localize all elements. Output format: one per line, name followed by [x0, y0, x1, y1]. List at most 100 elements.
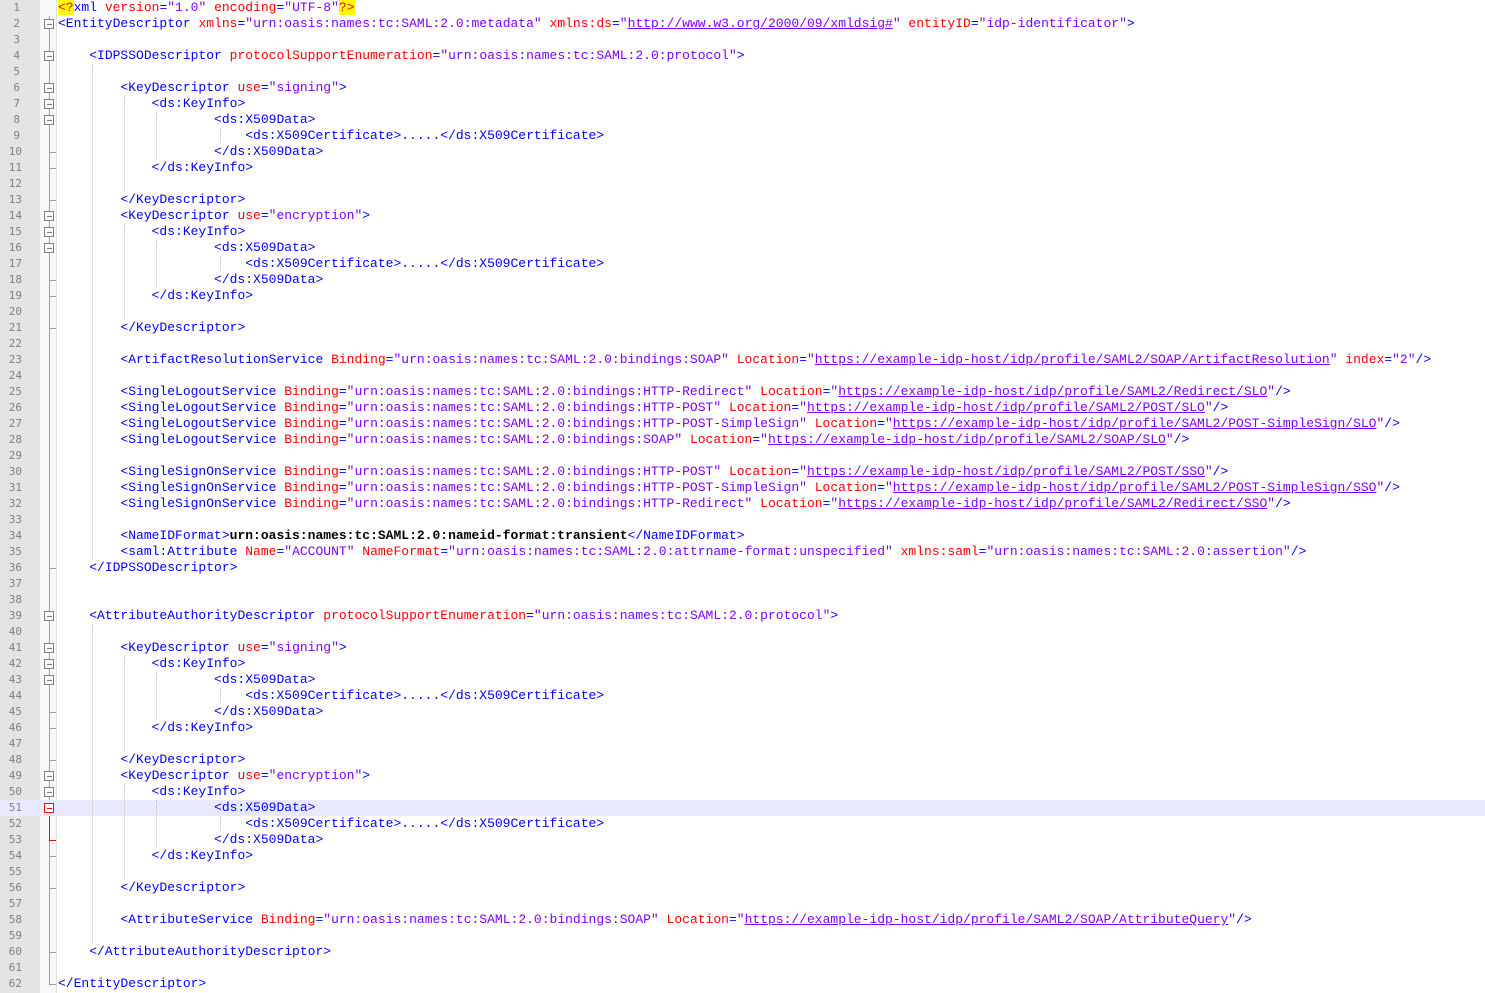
fold-toggle-icon[interactable] — [44, 675, 54, 685]
code-line[interactable]: 10 </ds:X509Data> — [0, 144, 1485, 160]
code-line[interactable]: 26 <SingleLogoutService Binding="urn:oas… — [0, 400, 1485, 416]
code-token: <IDPSSODescriptor — [89, 48, 230, 63]
code-line[interactable]: 54 </ds:KeyInfo> — [0, 848, 1485, 864]
code-line[interactable]: 1 <?xml version="1.0" encoding="UTF-8"?> — [0, 0, 1485, 16]
code-line[interactable]: 11 </ds:KeyInfo> — [0, 160, 1485, 176]
code-line[interactable]: 50 <ds:KeyInfo> — [0, 784, 1485, 800]
code-line[interactable]: 48 </KeyDescriptor> — [0, 752, 1485, 768]
code-line[interactable]: 40 — [0, 624, 1485, 640]
code-line[interactable]: 44 <ds:X509Certificate>.....</ds:X509Cer… — [0, 688, 1485, 704]
code-line[interactable]: 20 — [0, 304, 1485, 320]
code-line[interactable]: 6 <KeyDescriptor use="signing"> — [0, 80, 1485, 96]
code-line[interactable]: 36 </IDPSSODescriptor> — [0, 560, 1485, 576]
fold-toggle-icon[interactable] — [44, 611, 54, 621]
url-link[interactable]: https://example-idp-host/idp/profile/SAM… — [807, 464, 1205, 479]
code-text: <?xml version="1.0" encoding="UTF-8"?> — [58, 0, 355, 16]
code-token: </ds:KeyInfo> — [151, 848, 254, 863]
code-line[interactable]: 5 — [0, 64, 1485, 80]
code-line[interactable]: 61 — [0, 960, 1485, 976]
code-line[interactable]: 49 <KeyDescriptor use="encryption"> — [0, 768, 1485, 784]
code-line[interactable]: 23 <ArtifactResolutionService Binding = "u… — [0, 352, 1485, 368]
code-line[interactable]: 4 <IDPSSODescriptor protocolSupportEnume… — [0, 48, 1485, 64]
code-line[interactable]: 14 <KeyDescriptor use="encryption"> — [0, 208, 1485, 224]
code-line[interactable]: 8 <ds:X509Data> — [0, 112, 1485, 128]
code-line[interactable]: 45 </ds:X509Data> — [0, 704, 1485, 720]
code-line[interactable]: 38 — [0, 592, 1485, 608]
code-token: = — [877, 480, 885, 495]
code-line[interactable]: 58 <AttributeService Binding = "urn:oasis:… — [0, 912, 1485, 928]
fold-toggle-icon[interactable] — [44, 803, 54, 813]
indent-guide — [156, 112, 157, 160]
fold-toggle-icon[interactable] — [44, 643, 54, 653]
code-line[interactable]: 32 <SingleSignOnService Binding="urn:oas… — [0, 496, 1485, 512]
url-link[interactable]: https://example-idp-host/idp/profile/SAM… — [893, 480, 1377, 495]
code-line[interactable]: 46 </ds:KeyInfo> — [0, 720, 1485, 736]
code-line[interactable]: 28 <SingleLogoutService Binding="urn:oas… — [0, 432, 1485, 448]
fold-toggle-icon[interactable] — [44, 19, 54, 29]
code-text: <ds:KeyInfo> — [58, 96, 246, 112]
code-line[interactable]: 16 <ds:X509Data> — [0, 240, 1485, 256]
code-line[interactable]: 7 <ds:KeyInfo> — [0, 96, 1485, 112]
code-line[interactable]: 42 <ds:KeyInfo> — [0, 656, 1485, 672]
code-line[interactable]: 18 </ds:X509Data> — [0, 272, 1485, 288]
fold-toggle-icon[interactable] — [44, 659, 54, 669]
code-line[interactable]: 35 <saml:Attribute Name = "ACCOUNT" NameFo… — [0, 544, 1485, 560]
code-line[interactable]: 39 <AttributeAuthorityDescriptor protoco… — [0, 608, 1485, 624]
url-link[interactable]: https://example-idp-host/idp/profile/SAM… — [807, 400, 1205, 415]
code-line[interactable]: 3 — [0, 32, 1485, 48]
code-line[interactable]: 53 </ds:X509Data> — [0, 832, 1485, 848]
code-token: = — [877, 416, 885, 431]
code-line[interactable]: 21 </KeyDescriptor> — [0, 320, 1485, 336]
code-line[interactable]: 52 <ds:X509Certificate>.....</ds:X509Cer… — [0, 816, 1485, 832]
fold-toggle-icon[interactable] — [44, 243, 54, 253]
code-line[interactable]: 41 <KeyDescriptor use="signing"> — [0, 640, 1485, 656]
url-link[interactable]: http://www.w3.org/2000/09/xmldsig# — [628, 16, 893, 31]
code-line[interactable]: 43 <ds:X509Data> — [0, 672, 1485, 688]
fold-toggle-icon[interactable] — [44, 51, 54, 61]
code-line[interactable]: 51 <ds:X509Data> — [0, 800, 1485, 816]
fold-toggle-icon[interactable] — [44, 787, 54, 797]
fold-toggle-icon[interactable] — [44, 211, 54, 221]
code-line[interactable]: 59 — [0, 928, 1485, 944]
code-line[interactable]: 37 — [0, 576, 1485, 592]
code-line[interactable]: 47 — [0, 736, 1485, 752]
url-link[interactable]: https://example-idp-host/idp/profile/SAM… — [745, 912, 1229, 927]
url-link[interactable]: https://example-idp-host/idp/profile/SAM… — [838, 496, 1267, 511]
code-line[interactable]: 55 — [0, 864, 1485, 880]
code-line[interactable]: 12 — [0, 176, 1485, 192]
code-text: <KeyDescriptor use="encryption"> — [58, 768, 370, 784]
code-line[interactable]: 34 <NameIDFormat>urn:oasis:names:tc:SAML… — [0, 528, 1485, 544]
code-line[interactable]: 62 </EntityDescriptor> — [0, 976, 1485, 992]
code-line[interactable]: 56 </KeyDescriptor> — [0, 880, 1485, 896]
code-line[interactable]: 33 — [0, 512, 1485, 528]
code-line[interactable]: 27 <SingleLogoutService Binding="urn:oas… — [0, 416, 1485, 432]
fold-toggle-icon[interactable] — [44, 99, 54, 109]
code-line[interactable]: 31 <SingleSignOnService Binding="urn:oas… — [0, 480, 1485, 496]
url-link[interactable]: https://example-idp-host/idp/profile/SAM… — [893, 416, 1377, 431]
fold-toggle-icon[interactable] — [44, 83, 54, 93]
code-token: xmlns:ds — [541, 16, 612, 31]
code-line[interactable]: 24 — [0, 368, 1485, 384]
code-editor[interactable]: 1 <?xml version="1.0" encoding="UTF-8"?> 2… — [0, 0, 1485, 993]
url-link[interactable]: https://example-idp-host/idp/profile/SAM… — [768, 432, 1166, 447]
code-line[interactable]: 9 <ds:X509Certificate>.....</ds:X509Cert… — [0, 128, 1485, 144]
code-line[interactable]: 30 <SingleSignOnService Binding="urn:oas… — [0, 464, 1485, 480]
code-line[interactable]: 22 — [0, 336, 1485, 352]
code-line[interactable]: 60 </AttributeAuthorityDescriptor> — [0, 944, 1485, 960]
code-line[interactable]: 15 <ds:KeyInfo> — [0, 224, 1485, 240]
fold-toggle-icon[interactable] — [44, 115, 54, 125]
url-link[interactable]: https://example-idp-host/idp/profile/SAM… — [815, 352, 1330, 367]
code-line[interactable]: 25 <SingleLogoutService Binding="urn:oas… — [0, 384, 1485, 400]
code-line[interactable]: 17 <ds:X509Certificate>.....</ds:X509Cer… — [0, 256, 1485, 272]
code-line[interactable]: 13 </KeyDescriptor> — [0, 192, 1485, 208]
code-token: > — [736, 48, 745, 63]
code-line[interactable]: 57 — [0, 896, 1485, 912]
url-link[interactable]: https://example-idp-host/idp/profile/SAM… — [838, 384, 1267, 399]
fold-toggle-icon[interactable] — [44, 771, 54, 781]
code-token: Location — [721, 464, 792, 479]
code-line[interactable]: 2 <EntityDescriptor xmlns = "urn:oasis:name… — [0, 16, 1485, 32]
fold-toggle-icon[interactable] — [44, 227, 54, 237]
code-text: <EntityDescriptor xmlns = "urn:oasis:names… — [58, 16, 1135, 32]
code-line[interactable]: 29 — [0, 448, 1485, 464]
code-line[interactable]: 19 </ds:KeyInfo> — [0, 288, 1485, 304]
